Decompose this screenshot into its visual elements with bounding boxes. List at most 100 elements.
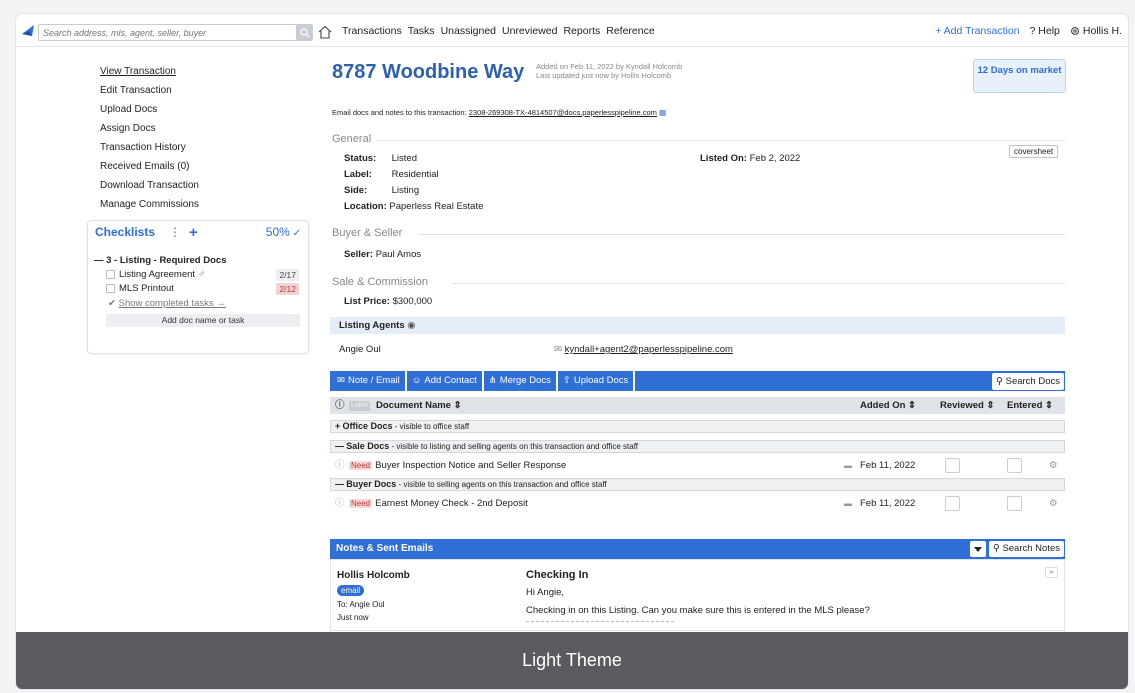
entered-checkbox[interactable] [1007,458,1022,473]
column-document-name[interactable]: Document Name ⇕ [376,397,462,414]
more-options-icon[interactable]: ⋮ [169,225,181,239]
table-row[interactable]: ⓘ Need Buyer Inspection Notice and Seller… [330,456,1065,475]
field-seller: Seller: Paul Amos [344,249,422,260]
reviewed-checkbox[interactable] [945,496,960,511]
comment-icon[interactable]: ▬ [844,456,852,475]
search-notes-button[interactable]: ⚲ Search Notes [988,541,1064,557]
note-greeting: Hi Angie, [526,587,565,598]
checklist-item-label[interactable]: MLS Printout [119,283,174,294]
notes-title: Notes & Sent Emails [336,543,434,554]
link-manage-commissions[interactable]: Manage Commissions [100,195,199,214]
column-added-on[interactable]: Added On ⇕ [860,397,916,414]
search-docs-button[interactable]: ⚲ Search Docs [992,372,1064,390]
checklist-progress: 50% ✓ [265,225,301,239]
days-on-market-badge: 12 Days on market [973,59,1066,93]
note-subject: Checking In [526,569,589,581]
link-edit-transaction[interactable]: Edit Transaction [100,81,199,100]
email-tag: email [337,585,365,596]
search-input[interactable] [38,24,312,41]
column-entered[interactable]: Entered ⇕ [1007,397,1053,414]
logo-icon[interactable] [20,22,36,38]
nav-unreviewed[interactable]: Unreviewed [502,25,557,37]
note-email-button[interactable]: ✉ Note / Email [332,371,407,391]
added-on: Feb 11, 2022 [860,460,916,471]
note-card[interactable]: Hollis Holcomb email To: Angie Oul Just … [330,559,1065,631]
add-contact-button[interactable]: ☺ Add Contact [407,371,484,391]
add-transaction-button[interactable]: + Add Transaction [935,25,1019,37]
home-icon[interactable] [317,24,333,40]
checkbox[interactable] [106,270,115,279]
help-link[interactable]: ? Help [1030,25,1060,37]
field-label: Label: Residential [344,169,439,180]
notes-dropdown-button[interactable] [970,541,986,557]
note-body: Checking in on this Listing. Can you mak… [526,605,870,616]
link-transaction-history[interactable]: Transaction History [100,138,199,157]
doc-count: 2/17 [276,268,299,281]
agent-email-link[interactable]: kyndall+agent2@paperlesspipeline.com [565,344,733,355]
column-reviewed[interactable]: Reviewed ⇕ [940,397,994,414]
comment-icon[interactable]: ▬ [844,494,852,513]
copy-icon[interactable]: ▦ [659,108,666,117]
doc-table-header: ⓘ Label Document Name ⇕ Added On ⇕ Revie… [330,397,1065,414]
search-button[interactable] [296,24,313,41]
link-view-transaction[interactable]: View Transaction [100,62,199,81]
entered-checkbox[interactable] [1007,496,1022,511]
field-side: Side: Listing [344,185,420,196]
checklist-panel: Checklists ⋮ + 50% ✓ — 3 - Listing - Req… [87,220,309,354]
user-menu[interactable]: Hollis H. [1070,25,1122,37]
gear-icon[interactable]: ⚙ [1049,456,1058,475]
document-name[interactable]: Earnest Money Check - 2nd Deposit [375,498,528,509]
document-name[interactable]: Buyer Inspection Notice and Seller Respo… [375,460,566,471]
checklist-item-label[interactable]: Listing Agreement [119,269,195,280]
add-checklist-button[interactable]: + [189,224,198,241]
checklist-group-title[interactable]: — 3 - Listing - Required Docs [88,243,308,266]
check-icon: ✓ [289,228,301,239]
info-icon: ⓘ [335,400,345,411]
link-upload-docs[interactable]: Upload Docs [100,100,199,119]
info-icon[interactable]: ⓘ [335,494,345,513]
main-nav: Transactions Tasks Unassigned Unreviewed… [342,25,655,37]
nav-transactions[interactable]: Transactions [342,25,402,37]
note-menu-button[interactable] [1045,567,1058,578]
doc-group-office[interactable]: + Office Docs - visible to office staff [330,420,1065,433]
show-completed-link[interactable]: ✔ Show completed tasks → [88,294,308,309]
mail-icon: ✉ [337,375,345,386]
search-icon: ⚲ [992,543,1000,554]
coversheet-button[interactable]: coversheet [1009,145,1059,158]
theme-caption: Light Theme [16,632,1128,689]
link-assign-docs[interactable]: Assign Docs [100,119,199,138]
upload-docs-button[interactable]: ⇧ Upload Docs [558,371,636,391]
link-received-emails[interactable]: Received Emails (0) [100,157,199,176]
link-download-transaction[interactable]: Download Transaction [100,176,199,195]
table-row[interactable]: ⓘ Need Earnest Money Check - 2nd Deposit … [330,494,1065,513]
doc-count: 2/12 [276,282,299,295]
doc-group-buyer[interactable]: — Buyer Docs - visible to selling agents… [330,478,1065,491]
app-window: Transactions Tasks Unassigned Unreviewed… [16,14,1128,689]
added-on: Feb 11, 2022 [860,498,916,509]
nav-reports[interactable]: Reports [563,25,600,37]
eye-icon[interactable]: ◉ [407,320,415,331]
nav-unassigned[interactable]: Unassigned [441,25,496,37]
notes-header: Notes & Sent Emails ⚲ Search Notes [330,539,1065,559]
gear-icon[interactable]: ⚙ [1049,494,1058,513]
top-bar: Transactions Tasks Unassigned Unreviewed… [16,14,1128,47]
listing-agents-header: Listing Agents ◉ [330,317,1065,334]
right-nav: + Add Transaction ? Help Hollis H. [935,25,1122,37]
checklist-title: Checklists [95,225,156,239]
section-sale-commission: Sale & Commission [332,276,428,288]
agent-icon: ♂ [198,269,206,280]
divider [418,234,1065,235]
add-doc-input[interactable]: Add doc name or task [106,314,300,327]
reviewed-checkbox[interactable] [945,458,960,473]
agent-name: Angie Oul [339,344,381,355]
divider [376,140,1065,141]
checkbox[interactable] [106,284,115,293]
nav-reference[interactable]: Reference [606,25,654,37]
nav-tasks[interactable]: Tasks [408,25,435,37]
caret-down-icon [1049,571,1054,574]
info-icon[interactable]: ⓘ [335,456,345,475]
transaction-email-link[interactable]: 2308-269308-TX-4814507@docs.paperlesspip… [469,108,657,117]
doc-group-sale[interactable]: — Sale Docs - visible to listing and sel… [330,440,1065,453]
merge-docs-button[interactable]: ⋔ Merge Docs [484,371,558,391]
checklist-item: Listing Agreement ♂ 2/17 [88,266,308,281]
